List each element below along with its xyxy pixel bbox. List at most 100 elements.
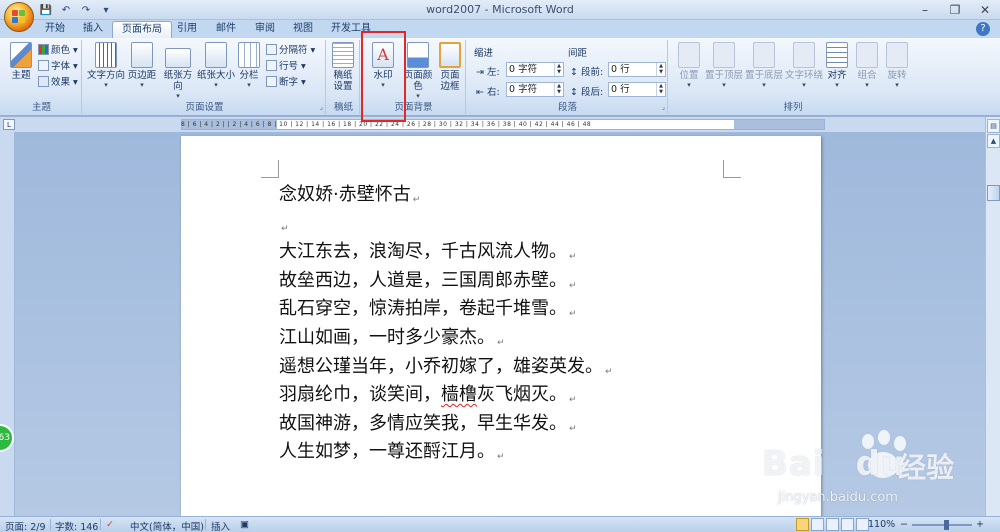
tab-mailings[interactable]: 邮件 — [207, 21, 245, 38]
margins-button[interactable]: 页边距 ▾ — [126, 42, 158, 89]
paragraph-mark-icon: ↵ — [569, 309, 577, 320]
align-button[interactable]: 对齐 ▾ — [822, 42, 852, 89]
page-count[interactable]: 页面: 2/9 — [5, 519, 46, 532]
spacing-after-icon: ↕ — [570, 87, 578, 98]
tab-page-layout[interactable]: 页面布局 — [112, 21, 172, 38]
hyphenation-button[interactable]: 断字 ▾ — [266, 76, 306, 90]
draft-paper-icon — [332, 42, 354, 68]
poem-line: 故垒西边，人道是，三国周郎赤壁。 ↵ — [279, 269, 577, 291]
align-icon — [826, 42, 848, 68]
page-setup-group: 文字方向 ▾ 页边距 ▾ 纸张方向 ▾ 纸张大小 ▾ 分栏 ▾ 分隔符 ▾ 行号 ▾ 断字… — [84, 40, 326, 114]
spacing-before-input[interactable]: 0 行 ▲ ▼ — [608, 62, 666, 77]
line-numbers-button[interactable]: 行号 ▾ — [266, 60, 306, 74]
page-borders-button[interactable]: 页面边框 — [436, 42, 464, 92]
minimize-button[interactable]: – — [910, 0, 940, 20]
zoom-level[interactable]: 110% — [868, 519, 895, 530]
poem-line: 江山如画，一时多少豪杰。 ↵ — [279, 326, 505, 348]
indent-heading: 缩进 — [474, 48, 494, 59]
breaks-icon — [266, 44, 277, 55]
tab-selector-button[interactable]: L — [3, 119, 15, 130]
bring-to-front-button[interactable]: 置于顶层 ▾ — [704, 42, 744, 89]
group-button[interactable]: 组合 ▾ — [852, 42, 882, 89]
draft-paper-group: 稿纸设置 稿纸 — [328, 40, 360, 114]
theme-colors-button[interactable]: 颜色 ▾ — [38, 44, 78, 58]
tab-home[interactable]: 开始 — [36, 21, 74, 38]
page-setup-launcher-icon[interactable]: ⌟ — [320, 103, 323, 111]
web-layout-view-icon[interactable] — [826, 518, 839, 531]
spacing-after-spinner-icon[interactable]: ▲ ▼ — [656, 83, 665, 96]
tab-insert[interactable]: 插入 — [74, 21, 112, 38]
spacing-after-input[interactable]: 0 行 ▲ ▼ — [608, 82, 666, 97]
page-setup-group-label: 页面设置 — [185, 102, 224, 113]
document-body[interactable]: 念奴娇·赤壁怀古 ↵ ↵ 大江东去，浪淘尽，千古风流人物。 ↵ 故垒西边，人道是，三… — [279, 181, 613, 467]
position-button[interactable]: 位置 ▾ — [674, 42, 704, 89]
tab-references[interactable]: 引用 — [168, 21, 206, 38]
close-button[interactable]: ✕ — [970, 0, 1000, 20]
watermark-cn: 经验 — [898, 451, 955, 484]
watermark-url: jingyan.baidu.com — [778, 490, 898, 505]
ruler-ticks: 8 | 6 | 4 | 2 | | 2 | 4 | 6 | 8 | 10 | 1… — [181, 121, 592, 128]
scroll-up-icon[interactable]: ▲ — [987, 134, 1000, 148]
paragraph-launcher-icon[interactable]: ⌟ — [662, 103, 665, 111]
office-button[interactable] — [4, 2, 34, 32]
themes-button[interactable]: 主题 — [4, 42, 38, 81]
indent-left-label: ⇥ 左: — [476, 67, 500, 78]
zoom-in-button[interactable]: + — [976, 519, 984, 530]
proofing-icon[interactable]: ✓ — [106, 519, 114, 530]
page-borders-icon — [439, 42, 461, 68]
poem-title: 念奴娇·赤壁怀古 ↵ — [279, 184, 421, 205]
orientation-button[interactable]: 纸张方向 ▾ — [160, 42, 196, 100]
paragraph-mark-icon: ↵ — [605, 366, 613, 377]
draft-group-label: 稿纸 — [333, 102, 353, 113]
language-indicator[interactable]: 中文(简体，中国) — [130, 519, 204, 532]
draft-setup-button[interactable]: 稿纸设置 — [328, 42, 358, 92]
insert-mode[interactable]: 插入 — [211, 519, 230, 532]
tab-view[interactable]: 视图 — [284, 21, 322, 38]
document-page[interactable]: 念奴娇·赤壁怀古 ↵ ↵ 大江东去，浪淘尽，千古风流人物。 ↵ 故垒西边，人道是，三… — [181, 136, 821, 516]
paragraph-mark-icon: ↵ — [412, 195, 421, 205]
zoom-slider[interactable] — [912, 524, 972, 526]
crop-mark-top-right — [723, 160, 741, 178]
text-direction-button[interactable]: 文字方向 ▾ — [87, 42, 125, 89]
breaks-button[interactable]: 分隔符 ▾ — [266, 44, 315, 58]
indent-left-input[interactable]: 0 字符 ▲ ▼ — [506, 62, 564, 77]
macro-record-icon[interactable]: ▣ — [240, 519, 249, 530]
paper-size-icon — [205, 42, 227, 68]
outline-view-icon[interactable] — [841, 518, 854, 531]
rotate-button[interactable]: 旋转 ▾ — [882, 42, 912, 89]
zoom-out-button[interactable]: − — [900, 519, 908, 530]
indent-right-spinner-icon[interactable]: ▲ ▼ — [554, 83, 563, 96]
spacing-before-spinner-icon[interactable]: ▲ ▼ — [656, 63, 665, 76]
send-to-back-button[interactable]: 置于底层 ▾ — [744, 42, 784, 89]
text-wrapping-button[interactable]: 文字环绕 ▾ — [784, 42, 824, 89]
paper-size-button[interactable]: 纸张大小 ▾ — [197, 42, 235, 89]
rotate-icon — [886, 42, 908, 68]
restore-button[interactable]: ❐ — [940, 0, 970, 20]
print-layout-view-icon[interactable] — [796, 518, 809, 531]
scroll-thumb[interactable] — [987, 185, 1000, 201]
spacing-after-label: ↕ 段后: — [570, 87, 604, 98]
paragraph-mark-icon: ↵ — [569, 280, 577, 291]
poem-line: 人生如梦，一尊还酹江月。 ↵ — [279, 441, 505, 463]
send-to-back-icon — [753, 42, 775, 68]
theme-fonts-button[interactable]: 字体 ▾ — [38, 60, 78, 74]
spelling-error: 樯橹 — [441, 384, 477, 406]
zoom-slider-thumb[interactable] — [944, 520, 949, 530]
paragraph-mark-icon: ↵ — [281, 223, 289, 234]
word-count[interactable]: 字数: 146 — [55, 519, 98, 532]
tab-review[interactable]: 审阅 — [246, 21, 284, 38]
help-icon[interactable]: ? — [976, 22, 990, 36]
effects-icon — [38, 76, 49, 87]
poem-line: 遥想公瑾当年，小乔初嫁了，雄姿英发。 ↵ — [279, 355, 613, 377]
office-logo-icon — [12, 10, 26, 24]
crop-mark-top-left — [261, 160, 279, 178]
window-controls: – ❐ ✕ — [910, 0, 1000, 20]
full-screen-view-icon[interactable] — [811, 518, 824, 531]
ruler-toggle-icon[interactable]: ▤ — [987, 119, 1000, 133]
indent-right-input[interactable]: 0 字符 ▲ ▼ — [506, 82, 564, 97]
theme-effects-button[interactable]: 效果 ▾ — [38, 76, 78, 90]
indent-left-spinner-icon[interactable]: ▲ ▼ — [554, 63, 563, 76]
themes-group: 主题 颜色 ▾ 字体 ▾ 效果 ▾ 主题 — [2, 40, 82, 114]
columns-button[interactable]: 分栏 ▾ — [235, 42, 263, 89]
title-bar: 💾 ↶ ↷ ▾ word2007 - Microsoft Word – ❐ ✕ — [0, 0, 1000, 20]
